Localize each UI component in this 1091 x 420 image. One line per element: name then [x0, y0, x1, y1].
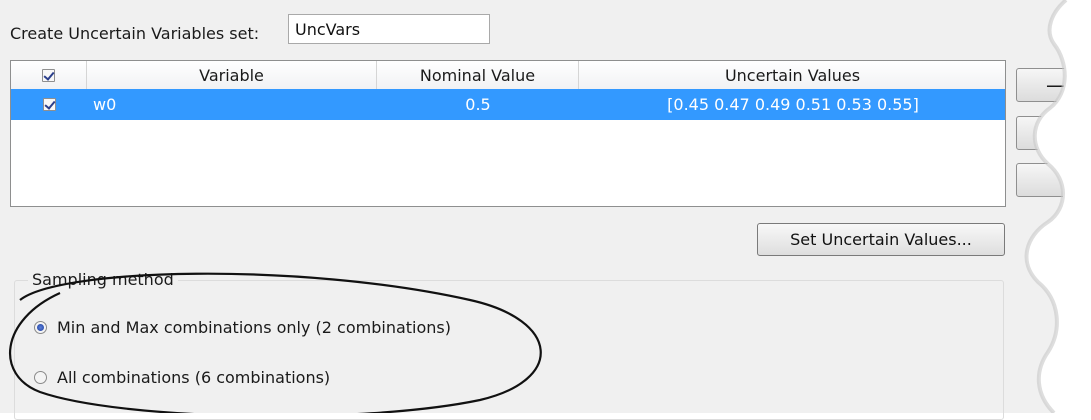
select-all-checkbox[interactable]	[42, 68, 55, 82]
radio-all-combinations[interactable]: All combinations (6 combinations)	[34, 368, 330, 387]
radio-button-unselected[interactable]	[34, 371, 47, 384]
table-row[interactable]: w0 0.5 [0.45 0.47 0.49 0.51 0.53 0.55]	[11, 89, 1005, 120]
torn-edge-overlay	[1024, 0, 1091, 413]
set-uncertain-values-button[interactable]: Set Uncertain Values...	[757, 223, 1005, 256]
cell-nominal-value[interactable]: 0.5	[377, 89, 579, 120]
table-header: Variable Nominal Value Uncertain Values	[11, 61, 1005, 90]
set-name-label: Create Uncertain Variables set:	[10, 23, 260, 43]
uncertain-variables-panel: Create Uncertain Variables set: Variable…	[0, 0, 1091, 420]
sampling-method-group	[14, 280, 1004, 420]
cell-uncertain-values[interactable]: [0.45 0.47 0.49 0.51 0.53 0.55]	[579, 89, 1005, 120]
radio-all-combinations-label[interactable]: All combinations (6 combinations)	[57, 368, 330, 387]
column-header-variable[interactable]: Variable	[87, 61, 377, 89]
cell-variable[interactable]: w0	[91, 89, 371, 120]
row-checkbox-cell[interactable]	[11, 89, 87, 120]
select-all-header[interactable]	[11, 61, 87, 89]
uncertain-variables-table: Variable Nominal Value Uncertain Values …	[10, 60, 1006, 207]
set-name-row: Create Uncertain Variables set:	[10, 19, 259, 47]
row-checkbox[interactable]	[42, 98, 56, 111]
radio-min-max[interactable]: Min and Max combinations only (2 combina…	[34, 318, 451, 337]
set-name-input[interactable]	[288, 14, 490, 44]
radio-button-selected[interactable]	[34, 321, 47, 334]
column-header-uncertain-values[interactable]: Uncertain Values	[579, 61, 1005, 89]
sampling-method-title: Sampling method	[28, 270, 178, 289]
radio-min-max-label[interactable]: Min and Max combinations only (2 combina…	[57, 318, 451, 337]
column-header-nominal-value[interactable]: Nominal Value	[377, 61, 579, 89]
